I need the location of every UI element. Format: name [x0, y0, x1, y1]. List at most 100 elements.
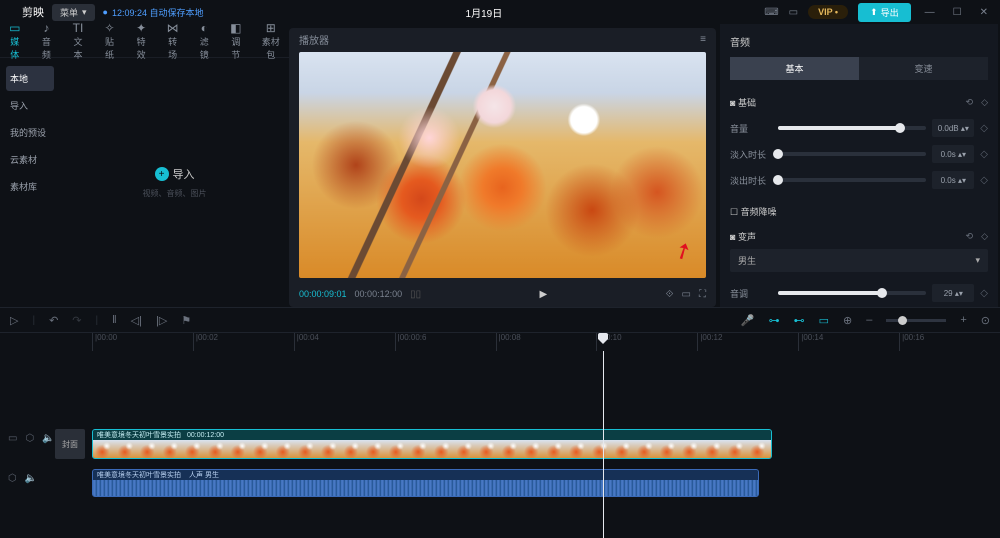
timeline-tracks[interactable]: ▭ ⬡ 🔈 ⬡ 🔈 封面 唯美意境冬天初叶雪景实拍00:00:12:00 唯美意… [0, 351, 1000, 538]
import-button[interactable]: + 导入 [155, 166, 195, 182]
reset-icon[interactable]: ⟲ [966, 97, 974, 108]
select-tool-icon[interactable]: ▷ [10, 314, 18, 327]
menu-dropdown[interactable]: 菜单▾ [52, 4, 95, 21]
clip-thumbnail [319, 440, 342, 459]
vip-badge[interactable]: VIP • [808, 5, 848, 19]
magnet-icon[interactable]: ⊶ [769, 314, 780, 327]
preview-icon[interactable]: ▭ [819, 314, 829, 327]
sidenav-item-4[interactable]: 素材库 [6, 174, 54, 199]
resource-tab-0[interactable]: ▭媒体 [8, 21, 22, 61]
slider-label: 音量 [730, 122, 772, 135]
slider-track[interactable] [778, 152, 926, 156]
playhead-line[interactable] [603, 351, 604, 538]
slider-value[interactable]: 0.0s ▴▾ [932, 145, 974, 163]
slider-track[interactable] [778, 291, 926, 295]
sidenav-item-1[interactable]: 导入 [6, 93, 54, 118]
player-controls: 00:00:09:01 00:00:12:00 ▯▯ ▶ ⟐ ▭ ⛶ [289, 282, 716, 307]
flag-icon[interactable]: ⚑ [181, 314, 191, 327]
slider-value[interactable]: 29 ▴▾ [932, 284, 974, 302]
keyframe-icon[interactable]: ◇ [980, 288, 988, 299]
delete-left-icon[interactable]: ◁| [131, 314, 142, 327]
link-icon[interactable]: ⊷ [794, 314, 805, 327]
slider-track[interactable] [778, 178, 926, 182]
fullscreen-icon[interactable]: ⛶ [699, 289, 706, 300]
layout-icon[interactable]: ▭ [789, 7, 798, 18]
reset-icon[interactable]: ⟲ [966, 231, 974, 242]
minimize-button[interactable]: — [921, 7, 939, 18]
video-canvas[interactable]: ➚ [299, 52, 706, 278]
lock-icon[interactable]: ⬡ [8, 473, 17, 484]
tab-speed[interactable]: 变速 [859, 57, 988, 80]
prev-keyframe-icon[interactable]: ▯▯ [410, 289, 421, 300]
video-clip[interactable]: 唯美意境冬天初叶雪景实拍00:00:12:00 [92, 429, 772, 459]
clip-thumbnail [522, 440, 545, 459]
keyframe-icon[interactable]: ◇ [980, 123, 988, 134]
clip-thumbnail [477, 440, 500, 459]
clip-thumbnail [613, 440, 636, 459]
sidenav-item-3[interactable]: 云素材 [6, 147, 54, 172]
keyframe-icon[interactable]: ◇ [980, 149, 988, 160]
resource-tab-2[interactable]: TI文本 [71, 21, 85, 61]
resource-tab-8[interactable]: ⊞素材包 [261, 21, 281, 61]
tab-basic[interactable]: 基本 [730, 57, 859, 80]
clip-thumbnail [500, 440, 523, 459]
lock-icon[interactable]: ⬡ [25, 433, 34, 444]
timecode-current: 00:00:09:01 [299, 289, 347, 299]
keyframe-icon[interactable]: ◇ [981, 231, 988, 242]
redo-icon[interactable]: ↷ [72, 314, 81, 327]
section-noise[interactable]: ☐ 音频降噪 [730, 199, 988, 224]
import-dropzone[interactable]: + 导入 视频、音频、图片 [60, 58, 289, 307]
track-align-icon[interactable]: ⊕ [843, 314, 852, 327]
audio-clip[interactable]: 唯美意境冬天初叶雪景实拍人声 男生 [92, 469, 759, 497]
keyframe-icon[interactable]: ◇ [981, 97, 988, 108]
chevron-down-icon: ▾ [82, 7, 87, 18]
sidenav-item-2[interactable]: 我的预设 [6, 120, 54, 145]
resource-tab-4[interactable]: ✦特效 [134, 21, 148, 61]
player-header: 播放器 ≡ [289, 28, 716, 52]
resource-tab-5[interactable]: ⋈转场 [166, 21, 180, 61]
clip-thumbnail [658, 440, 681, 459]
slider-value[interactable]: 0.0s ▴▾ [932, 171, 974, 189]
slider-track[interactable] [778, 126, 926, 130]
maximize-button[interactable]: ☐ [949, 7, 966, 18]
timeline-ruler[interactable]: |00:00|00:02|00:04|00:00:6|00:08|00:10|0… [0, 333, 1000, 351]
cover-tag[interactable]: 封面 [55, 429, 85, 459]
ratio-button[interactable]: ▭ [682, 289, 691, 300]
resource-tab-7[interactable]: ◧调节 [229, 21, 243, 61]
ruler-mark: |00:00 [92, 333, 193, 351]
resource-tab-6[interactable]: ◐滤镜 [197, 21, 211, 61]
export-button[interactable]: ⬆ 导出 [858, 3, 911, 22]
clip-thumbnail [545, 440, 568, 459]
mic-icon[interactable]: 🎤 [741, 314, 755, 327]
clip-thumbnail [229, 440, 252, 459]
zoom-in-icon[interactable]: + [960, 314, 966, 326]
resource-tab-1[interactable]: ♪音频 [40, 21, 54, 61]
mute-icon[interactable]: 🔈 [42, 433, 54, 444]
resource-tabs: ▭媒体 ♪音频 TI文本 ✧贴纸 ✦特效 ⋈转场 ◐滤镜 ◧调节 ⊞素材包 [0, 24, 289, 58]
clip-thumbnail [432, 440, 455, 459]
play-button[interactable]: ▶ [429, 289, 658, 300]
delete-right-icon[interactable]: |▷ [156, 314, 167, 327]
split-icon[interactable]: ‖ [112, 314, 117, 326]
zoom-fit-icon[interactable]: ⊙ [981, 314, 990, 327]
resource-tab-3[interactable]: ✧贴纸 [103, 21, 117, 61]
clip-thumbnail [116, 440, 139, 459]
playhead-handle[interactable] [598, 333, 608, 343]
slider-value[interactable]: 0.0dB ▴▾ [932, 119, 974, 137]
voice-preset-select[interactable]: 男生▾ [730, 249, 988, 272]
visibility-icon[interactable]: ▭ [8, 433, 17, 444]
plus-icon: + [155, 167, 169, 181]
clip-thumbnail [455, 440, 478, 459]
crop-safe-icon[interactable]: ⟐ [666, 289, 674, 300]
slider-label: 淡出时长 [730, 174, 772, 187]
shortcuts-icon[interactable]: ⌨ [764, 7, 778, 18]
zoom-out-icon[interactable]: – [866, 314, 872, 326]
section-voice: ◙ 变声 ⟲◇ [730, 224, 988, 249]
mute-icon[interactable]: 🔈 [25, 473, 37, 484]
undo-icon[interactable]: ↶ [49, 314, 58, 327]
keyframe-icon[interactable]: ◇ [980, 175, 988, 186]
sidenav-item-0[interactable]: 本地 [6, 66, 54, 91]
zoom-slider[interactable] [886, 319, 946, 322]
player-menu-icon[interactable]: ≡ [700, 34, 706, 45]
close-button[interactable]: ✕ [976, 7, 992, 18]
